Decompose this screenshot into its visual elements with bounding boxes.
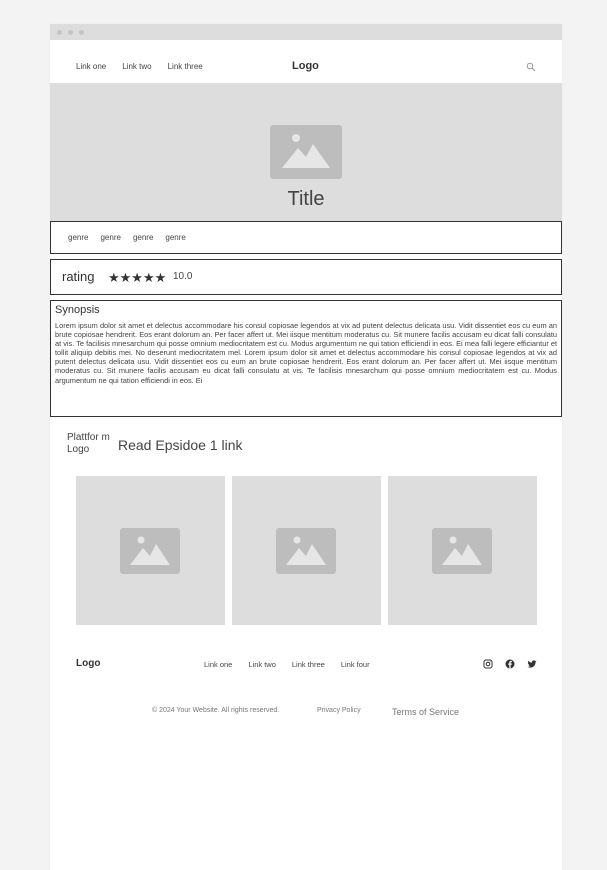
synopsis-heading: Synopsis xyxy=(55,304,100,316)
image-placeholder-icon xyxy=(432,528,492,574)
hero-banner: Title xyxy=(50,83,562,221)
main-nav: Link one Link two Link three xyxy=(76,62,203,71)
episode-thumbnail[interactable] xyxy=(388,476,537,625)
genre-tag[interactable]: genre xyxy=(68,233,88,242)
platform-logo: Plattfor m Logo xyxy=(67,432,110,455)
genre-bar: genre genre genre genre xyxy=(50,221,562,254)
page-title: Title xyxy=(287,188,325,210)
footer-nav: Link one Link two Link three Link four xyxy=(204,660,370,669)
image-placeholder-icon xyxy=(120,528,180,574)
instagram-icon[interactable] xyxy=(483,659,493,669)
nav-link-two[interactable]: Link two xyxy=(122,62,151,71)
search-icon[interactable] xyxy=(526,62,536,72)
rating-label: rating xyxy=(62,269,95,284)
twitter-icon[interactable] xyxy=(527,659,537,669)
genre-tag[interactable]: genre xyxy=(133,233,153,242)
window-dot xyxy=(79,30,84,35)
synopsis-text: Lorem ipsum dolor sit amet et delectus a… xyxy=(55,321,557,385)
genre-tag[interactable]: genre xyxy=(100,233,120,242)
footer-link-four[interactable]: Link four xyxy=(341,660,370,669)
rating-stars-icon: ★★★★★ xyxy=(108,270,167,285)
read-episode-link[interactable]: Read Epsidoe 1 link xyxy=(118,437,243,453)
rating-bar: rating ★★★★★ 10.0 xyxy=(50,259,562,295)
site-header: Link one Link two Link three Logo xyxy=(50,40,562,84)
terms-of-service-link[interactable]: Terms of Service xyxy=(392,707,459,717)
privacy-policy-link[interactable]: Privacy Policy xyxy=(317,707,361,714)
nav-link-one[interactable]: Link one xyxy=(76,62,106,71)
image-placeholder-icon xyxy=(276,528,336,574)
window-dot xyxy=(68,30,73,35)
footer-logo[interactable]: Logo xyxy=(76,658,100,669)
footer-link-two[interactable]: Link two xyxy=(248,660,276,669)
copyright-text: © 2024 Your Website. All rights reserved… xyxy=(152,707,280,714)
footer-link-one[interactable]: Link one xyxy=(204,660,232,669)
synopsis-section: Synopsis Lorem ipsum dolor sit amet et d… xyxy=(50,300,562,417)
site-logo[interactable]: Logo xyxy=(292,60,319,72)
footer-link-three[interactable]: Link three xyxy=(292,660,325,669)
episode-thumbnail[interactable] xyxy=(76,476,225,625)
rating-value: 10.0 xyxy=(173,271,193,282)
browser-window: Link one Link two Link three Logo Title … xyxy=(50,24,562,870)
image-placeholder-icon xyxy=(270,125,342,179)
genre-tag[interactable]: genre xyxy=(165,233,185,242)
nav-link-three[interactable]: Link three xyxy=(168,62,203,71)
episode-thumbnail[interactable] xyxy=(232,476,381,625)
window-titlebar xyxy=(50,24,562,40)
window-dot xyxy=(57,30,62,35)
facebook-icon[interactable] xyxy=(505,659,515,669)
